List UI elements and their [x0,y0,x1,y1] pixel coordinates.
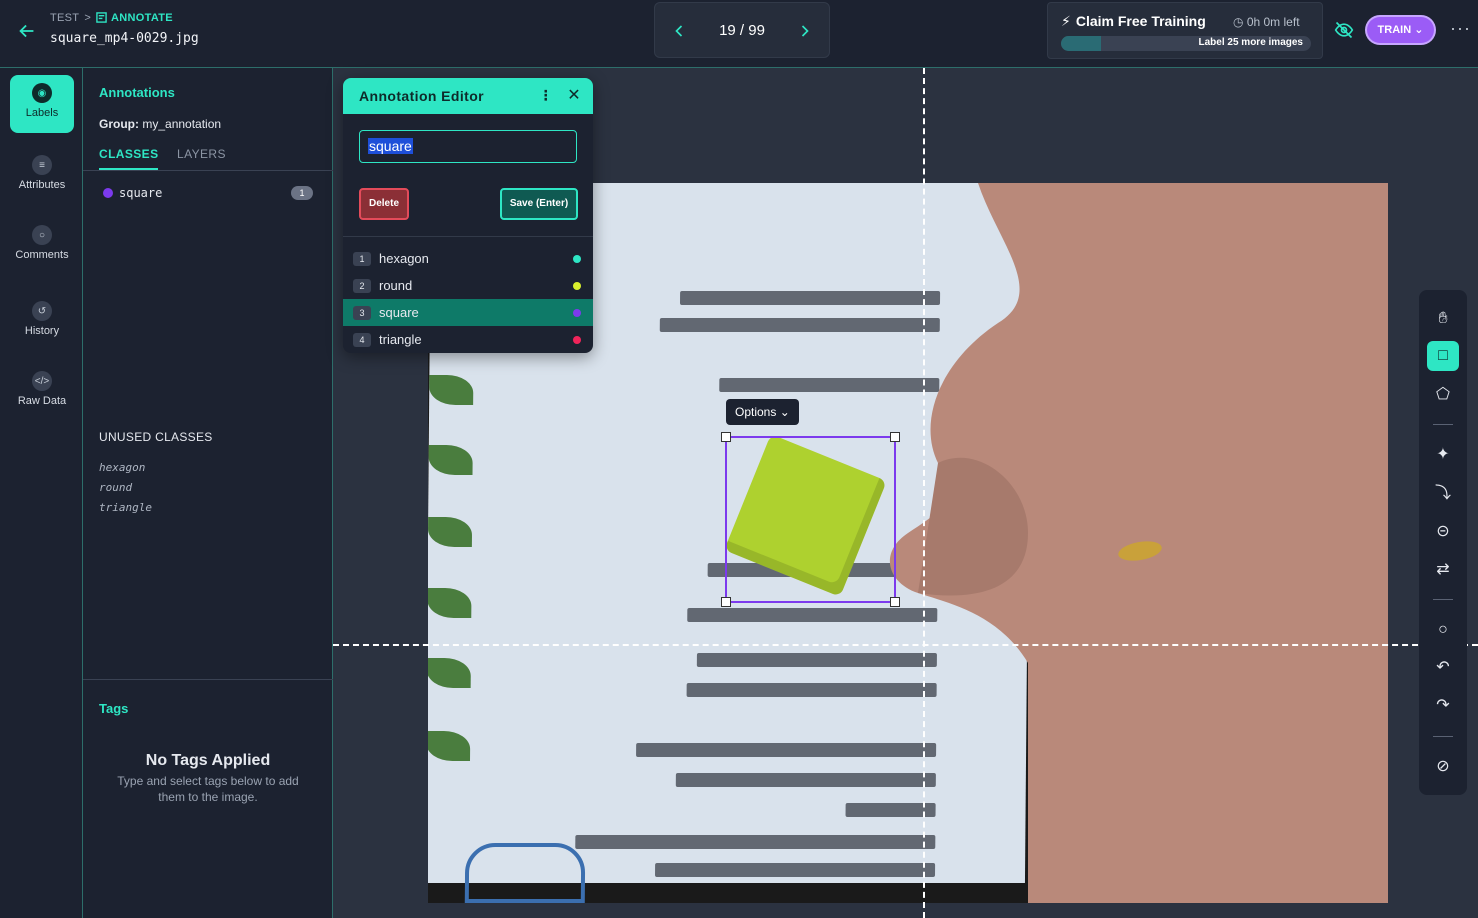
comment-icon[interactable]: ○ [1427,615,1459,645]
tags-title: Tags [99,701,129,716]
chevron-right-icon[interactable] [795,21,815,41]
class-name-input[interactable]: square [359,130,577,163]
more-menu-icon[interactable]: ··· [1450,18,1471,39]
unused-class[interactable]: round [99,478,152,498]
panel-tabs: CLASSES LAYERS [83,146,333,171]
rail-comments[interactable]: ○ Comments [10,217,74,275]
close-icon[interactable]: ✕ [567,85,581,105]
divider [343,236,593,237]
class-option-triangle[interactable]: 4 triangle [343,326,593,353]
rail-comments-label: Comments [15,249,69,261]
unused-classes-list: hexagon round triangle [99,458,152,518]
class-color-dot [573,336,581,344]
class-option-round[interactable]: 2 round [343,272,593,299]
rail-attributes-label: Attributes [18,179,66,191]
history-icon: ↺ [32,301,52,321]
progress-label: Label 25 more images [1198,37,1304,48]
editor-title: Annotation Editor [359,88,485,104]
rail-attributes[interactable]: ≡ Attributes [10,147,74,205]
no-tags-hint: Type and select tags below to add them t… [117,774,299,804]
annotation-editor: Annotation Editor ⋮ ✕ square Delete Save… [343,78,593,353]
divider [83,679,333,680]
unused-class[interactable]: triangle [99,498,152,518]
rail-raw-data-label: Raw Data [17,395,67,407]
null-icon[interactable]: ⊘ [1427,752,1459,782]
annotations-panel: Annotations Group: my_annotation CLASSES… [83,68,333,918]
train-button[interactable]: TRAIN ⌄ [1367,17,1434,43]
redo-icon[interactable]: ↷ [1427,691,1459,721]
claim-training-card[interactable]: ⚡︎ Claim Free Training ◷ 0h 0m left Label… [1047,2,1323,59]
breadcrumb-project[interactable]: TEST [50,12,79,24]
class-color-dot [573,255,581,263]
bounding-box-square[interactable] [721,432,900,607]
hand-icon[interactable]: ✋︎ [1427,304,1459,334]
divider [1433,424,1453,425]
rail-labels[interactable]: ◉ Labels [10,75,74,133]
crosshair-horizontal [333,644,1478,646]
code-icon: </> [32,371,52,391]
unused-class[interactable]: hexagon [99,458,152,478]
resize-handle[interactable] [890,432,900,442]
class-option-hexagon[interactable]: 1 hexagon [343,245,593,272]
back-arrow-icon[interactable] [16,20,38,42]
class-name: square [119,186,163,200]
tab-layers[interactable]: LAYERS [177,147,226,161]
no-tags-title: No Tags Applied [145,752,271,769]
left-rail: ◉ Labels ≡ Attributes ○ Comments ↺ Histo… [0,68,83,918]
undo-icon[interactable]: ↶ [1427,653,1459,683]
rail-history-label: History [24,325,60,337]
file-name: square_mp4-0029.jpg [50,31,199,46]
tool-palette: ✋︎ □ ⬠ ✦ ⤵ ⊝ ⇄ ○ ↶ ↷ ⊘ [1419,290,1467,795]
delete-button[interactable]: Delete [359,188,409,220]
breadcrumb: TEST > ANNOTATE [50,12,173,24]
claim-title: Claim Free Training [1075,13,1206,29]
repeat-icon[interactable]: ⇄ [1427,555,1459,585]
rail-history[interactable]: ↺ History [10,293,74,351]
class-count-badge: 1 [291,186,313,200]
chevron-down-icon: ⌄ [1414,24,1424,36]
divider [1433,736,1453,737]
chevron-down-icon: ⌄ [779,405,790,419]
time-left: 0h 0m left [1246,15,1300,29]
class-color-dot [573,309,581,317]
clock-icon: ◷ [1233,15,1244,29]
crosshair-vertical [923,68,925,918]
polygon-icon[interactable]: ⬠ [1427,380,1459,410]
label-icon: ◉ [32,83,52,103]
hide-eye-icon[interactable] [1334,20,1354,40]
save-button[interactable]: Save (Enter) [500,188,578,220]
panel-title: Annotations [99,85,175,100]
resize-handle[interactable] [721,432,731,442]
magic-wand-icon[interactable]: ⤵ [1427,479,1459,509]
list-icon: ≡ [32,155,52,175]
resize-handle[interactable] [721,597,731,607]
rail-labels-label: Labels [25,107,59,119]
resize-handle[interactable] [890,597,900,607]
class-option-square[interactable]: 3 square [343,299,593,326]
divider [1433,599,1453,600]
lightning-icon: ⚡︎ [1061,13,1071,29]
hand-shape [889,183,1388,903]
annotate-icon [96,12,107,23]
comment-icon: ○ [32,225,52,245]
rail-raw-data[interactable]: </> Raw Data [10,363,74,421]
unused-classes-title: UNUSED CLASSES [99,430,213,444]
class-row-square[interactable]: square 1 [103,186,313,202]
kebab-menu-icon[interactable]: ⋮ [539,87,553,104]
keypoint-icon[interactable]: ⊝ [1427,517,1459,547]
chevron-right-icon: > [84,12,92,24]
editor-header: Annotation Editor ⋮ ✕ [343,78,593,114]
smart-select-icon[interactable]: ✦ [1427,440,1459,470]
tab-classes[interactable]: CLASSES [99,147,159,170]
class-color-dot [103,188,113,198]
bbox-icon[interactable]: □ [1427,341,1459,371]
training-progress-bar: Label 25 more images [1061,36,1311,51]
options-dropdown[interactable]: Options ⌄ [726,399,799,425]
breadcrumb-annotate: ANNOTATE [111,12,173,24]
top-bar: TEST > ANNOTATE square_mp4-0029.jpg 19 / 9… [0,0,1478,68]
image-pager: 19 / 99 [654,2,830,58]
progress-fill [1061,36,1101,51]
group-info: Group: my_annotation [99,117,222,131]
class-color-dot [573,282,581,290]
